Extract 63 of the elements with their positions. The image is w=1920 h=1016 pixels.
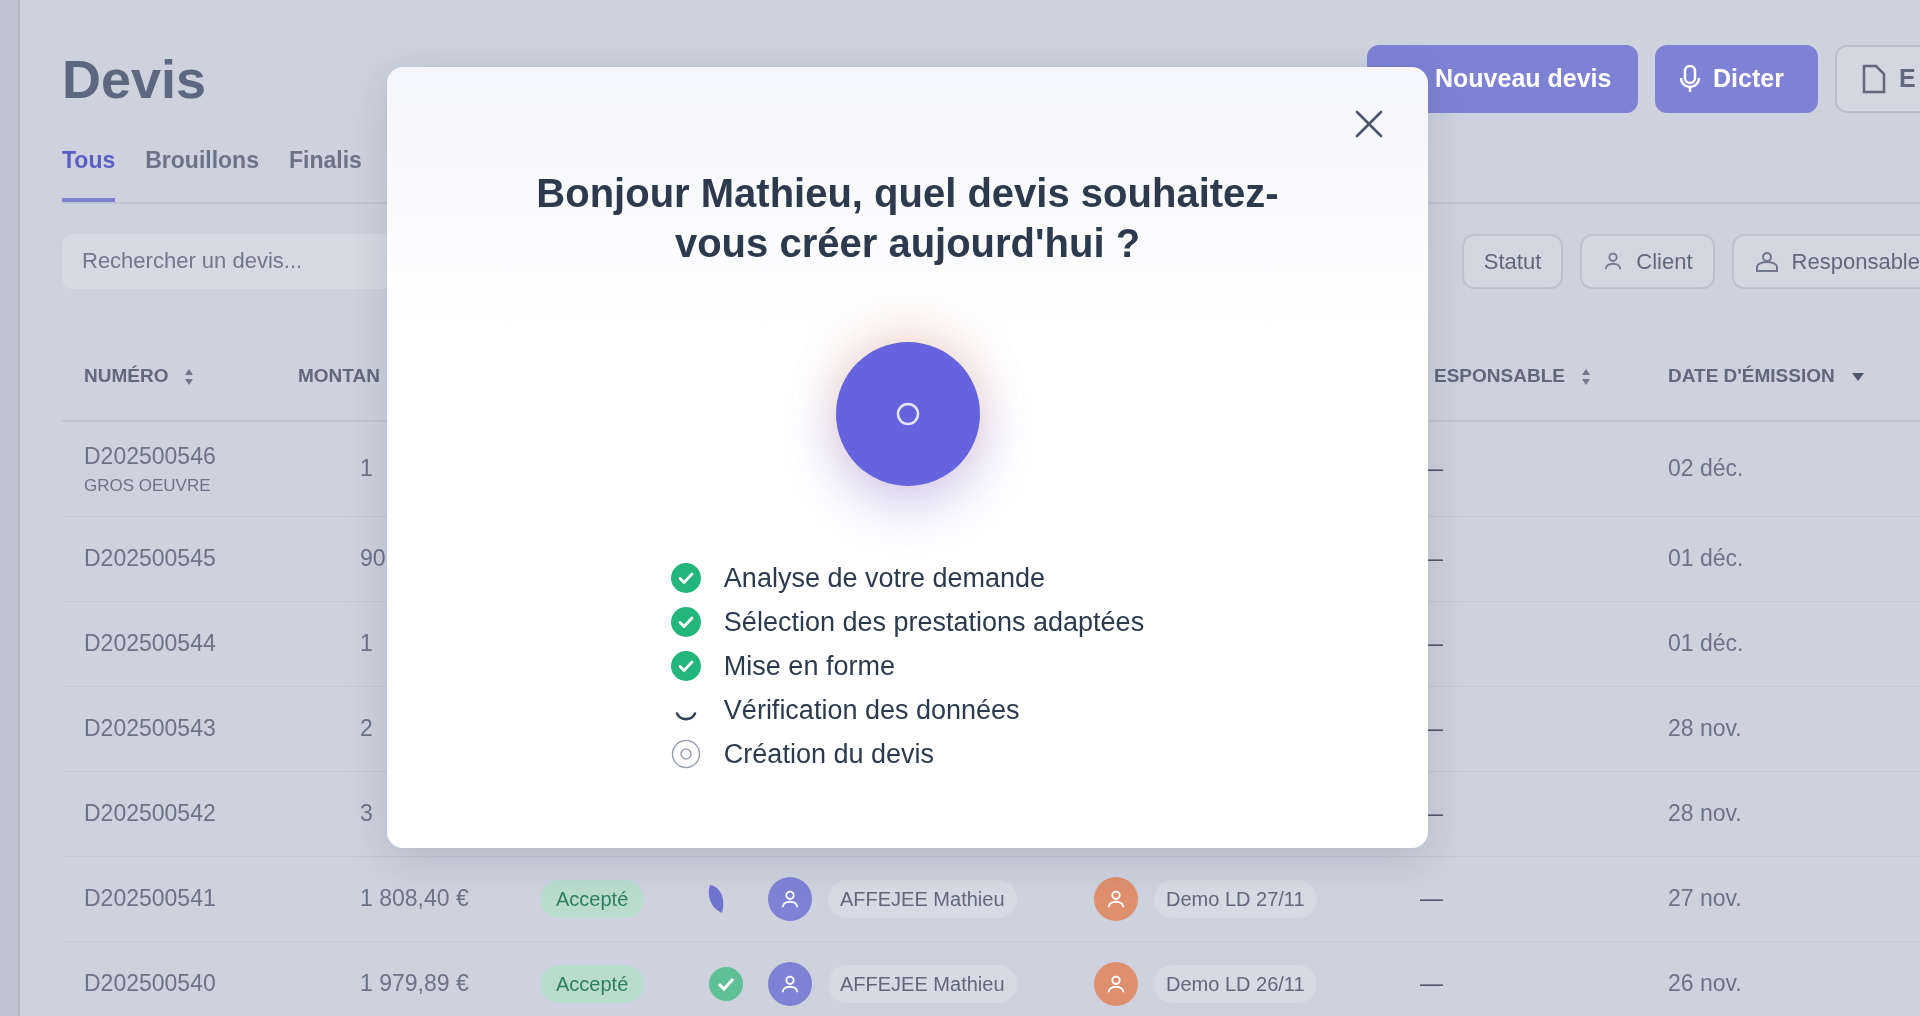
quote-number: D202500540 bbox=[84, 969, 217, 999]
owner-value: — bbox=[1420, 885, 1443, 912]
status-badge: Accepté bbox=[540, 879, 645, 918]
step-label: Création du devis bbox=[723, 737, 934, 771]
amount: 1 979,89 € bbox=[360, 970, 469, 997]
person-name: AFFEJEE Mathieu bbox=[828, 879, 1017, 918]
step-label: Vérification des données bbox=[723, 693, 1020, 727]
check-circle-icon bbox=[670, 607, 701, 637]
sort-icon[interactable] bbox=[184, 367, 195, 386]
issue-date: 01 déc. bbox=[1668, 545, 1744, 572]
column-header: DATE D'ÉMISSION bbox=[1668, 364, 1835, 389]
amount: 1 808,40 € bbox=[360, 885, 469, 912]
issue-date: 27 nov. bbox=[1668, 885, 1742, 912]
amount: 1 bbox=[360, 630, 373, 657]
dictate-button[interactable]: Dicter bbox=[1655, 45, 1818, 113]
column-header: MONTAN bbox=[298, 364, 380, 389]
tab[interactable]: Tous bbox=[62, 143, 116, 202]
team-icon bbox=[1753, 250, 1780, 272]
issue-date: 02 déc. bbox=[1668, 455, 1744, 482]
amount: 1 bbox=[360, 455, 373, 482]
step-label: Mise en forme bbox=[723, 649, 895, 683]
quote-category: GROS OEUVRE bbox=[84, 475, 212, 497]
step-label: Sélection des prestations adaptées bbox=[723, 605, 1145, 639]
quote-number: D202500542 bbox=[84, 799, 217, 829]
column-header: NUMÉRO bbox=[84, 364, 169, 389]
amount: 90 bbox=[360, 545, 386, 572]
issue-date: 28 nov. bbox=[1668, 800, 1742, 827]
filter-button[interactable]: Responsable bbox=[1731, 233, 1920, 289]
close-icon bbox=[1354, 109, 1384, 139]
owner-value: — bbox=[1420, 970, 1443, 997]
tab[interactable]: Finalis bbox=[288, 143, 362, 202]
export-button[interactable]: E bbox=[1835, 45, 1920, 113]
step-label: Analyse de votre demande bbox=[723, 561, 1046, 595]
check-circle-icon bbox=[708, 965, 744, 1002]
quote-number: D202500541 bbox=[84, 884, 217, 914]
issue-date: 26 nov. bbox=[1668, 970, 1742, 997]
filter-button[interactable]: Statut bbox=[1461, 233, 1564, 289]
microphone-icon bbox=[1679, 64, 1701, 94]
issue-date: 28 nov. bbox=[1668, 715, 1742, 742]
ring-icon bbox=[894, 401, 921, 427]
client-name: Demo LD 27/11 bbox=[1154, 879, 1317, 918]
sort-icon[interactable] bbox=[1580, 367, 1591, 386]
loading-spinner-icon bbox=[674, 712, 697, 721]
quote-number: D202500546 bbox=[84, 441, 217, 471]
status-badge: Accepté bbox=[540, 964, 645, 1003]
amount: 3 bbox=[360, 800, 373, 827]
document-icon bbox=[1861, 64, 1887, 94]
filter-button[interactable]: Client bbox=[1580, 233, 1715, 289]
column-header: ESPONSABLE bbox=[1434, 364, 1565, 389]
quote-number: D202500544 bbox=[84, 629, 217, 659]
check-circle-icon bbox=[670, 563, 701, 593]
issue-date: 01 déc. bbox=[1668, 630, 1744, 657]
amount: 2 bbox=[360, 715, 373, 742]
quote-number: D202500545 bbox=[84, 544, 217, 574]
person-name: AFFEJEE Mathieu bbox=[828, 964, 1017, 1003]
client-name: Demo LD 26/11 bbox=[1154, 964, 1317, 1003]
sort-descending-icon[interactable] bbox=[1850, 371, 1865, 382]
quote-number: D202500543 bbox=[84, 714, 217, 744]
page-title: Devis bbox=[62, 52, 207, 106]
check-circle-icon bbox=[670, 651, 701, 681]
feather-icon bbox=[708, 883, 724, 914]
pending-circle-icon bbox=[670, 739, 701, 769]
tab[interactable]: Brouillons bbox=[145, 143, 259, 202]
